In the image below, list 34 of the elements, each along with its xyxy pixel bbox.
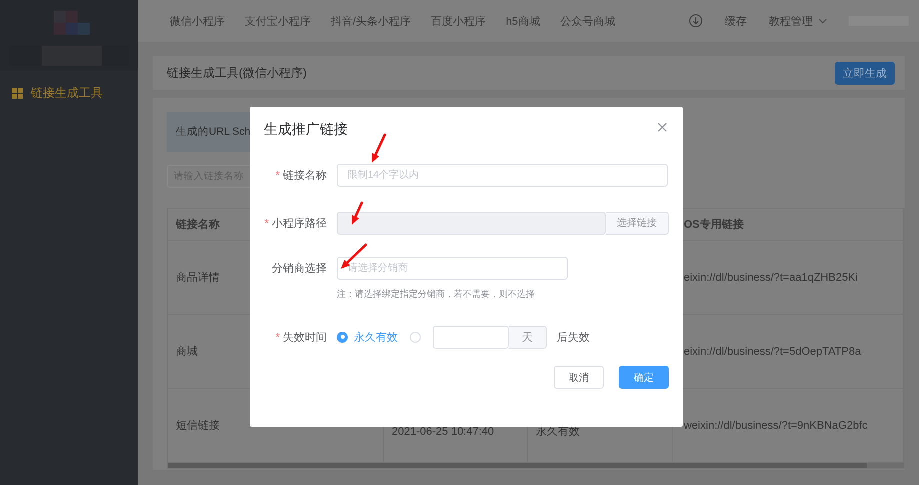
cancel-button[interactable]: 取消 [554,366,604,389]
unit-label: 天 [509,326,547,348]
required-mark: * [276,170,280,182]
form-label: 链接名称 [283,170,327,182]
generate-button[interactable]: 立即生成 [835,62,895,84]
cache-link[interactable]: 缓存 [725,14,747,28]
required-mark: * [264,218,269,230]
suffix-text: 后失效 [557,330,590,344]
confirm-button[interactable]: 确定 [619,366,669,389]
form-label: 失效时间 [283,332,327,344]
nav-item[interactable]: 百度小程序 [431,14,486,28]
nav-item[interactable]: 抖音/头条小程序 [331,14,412,28]
required-mark: * [276,332,280,344]
nav-item[interactable]: 微信小程序 [170,14,225,28]
arrow-annotation [352,202,364,225]
download-icon[interactable] [689,14,703,28]
nav-item[interactable]: 支付宝小程序 [245,14,311,28]
select-field[interactable]: 请选择分销商 [337,256,568,280]
tutorial-menu[interactable]: 教程管理 [769,14,813,28]
dialog-title: 生成推广链接 [264,121,348,139]
close-icon[interactable] [656,121,669,134]
grid-icon [12,88,23,98]
page-title: 链接生成工具(微信小程序) [167,64,307,82]
arrow-annotation [372,134,386,163]
sidebar-item[interactable]: 链接生成工具 [0,71,138,115]
form-label: 小程序路径 [272,218,327,230]
text-field[interactable]: 限制14个字以内 [337,164,668,186]
notice-banner: 生成的URL Sch [167,112,250,152]
form-label: 分销商选择 [272,262,327,274]
chevron-down-icon [819,18,827,24]
nav-item[interactable]: 公众号商城 [560,14,616,28]
nav-item[interactable]: h5商城 [506,14,540,28]
radio-option[interactable] [410,332,421,342]
days-field[interactable] [433,326,509,348]
